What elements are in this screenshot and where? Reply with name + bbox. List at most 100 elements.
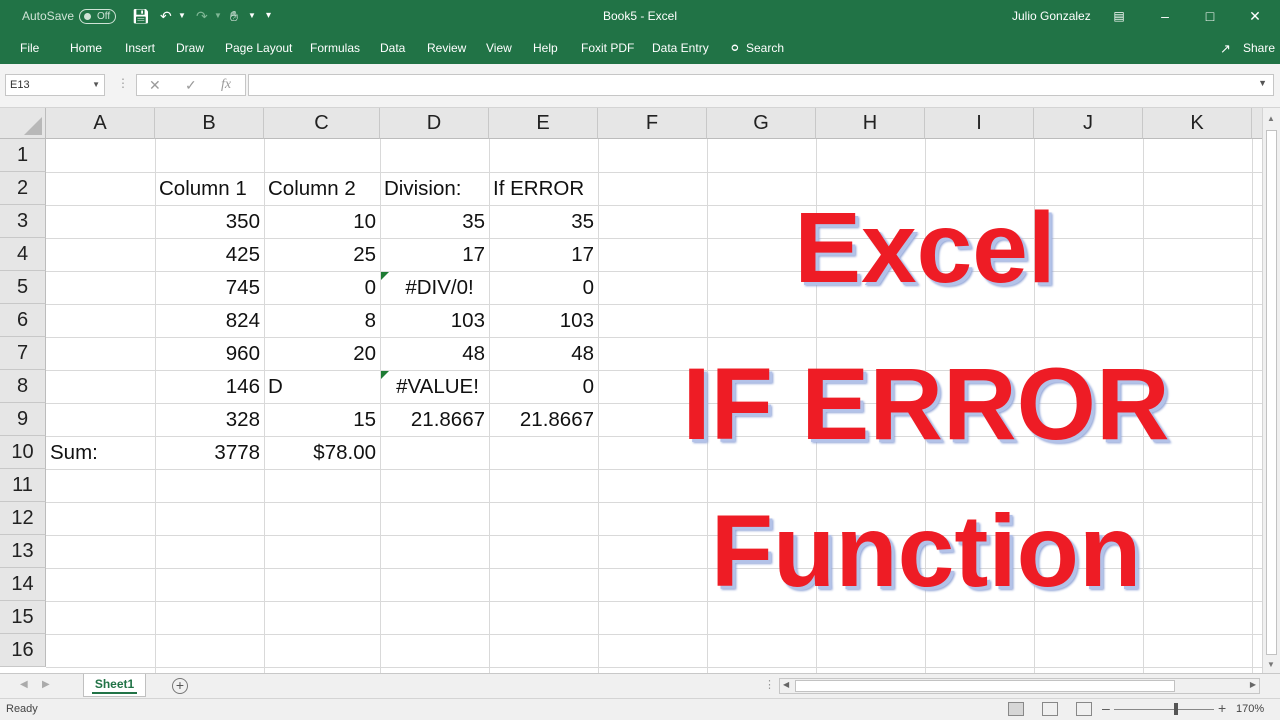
scroll-left-icon[interactable]: ◀ bbox=[783, 680, 789, 689]
share-icon[interactable]: ↗ bbox=[1220, 33, 1231, 64]
cell-e5[interactable]: 0 bbox=[489, 271, 598, 304]
vertical-scrollbar[interactable]: ▲ ▼ bbox=[1262, 108, 1280, 673]
row-header-10[interactable]: 10 bbox=[0, 436, 46, 469]
scroll-down-icon[interactable]: ▼ bbox=[1267, 660, 1275, 669]
cell-c4[interactable]: 25 bbox=[264, 238, 380, 271]
cell-d8[interactable]: #VALUE! bbox=[386, 370, 489, 403]
tab-page-layout[interactable]: Page Layout bbox=[225, 33, 292, 64]
cell-b5[interactable]: 745 bbox=[155, 271, 264, 304]
cell-c3[interactable]: 10 bbox=[264, 205, 380, 238]
column-header-f[interactable]: F bbox=[598, 108, 707, 139]
scroll-up-icon[interactable]: ▲ bbox=[1267, 114, 1275, 123]
row-header-16[interactable]: 16 bbox=[0, 634, 46, 667]
column-header-k[interactable]: K bbox=[1143, 108, 1252, 139]
previous-sheet-icon[interactable]: ◀ bbox=[20, 679, 28, 690]
zoom-in-icon[interactable]: + bbox=[1218, 700, 1226, 716]
tab-data[interactable]: Data bbox=[380, 33, 405, 64]
cell-e4[interactable]: 17 bbox=[489, 238, 598, 271]
cell-b4[interactable]: 425 bbox=[155, 238, 264, 271]
name-box-dropdown-icon[interactable]: ▼ bbox=[92, 75, 100, 95]
cell-b2[interactable]: Column 1 bbox=[155, 172, 264, 205]
cell-b8[interactable]: 146 bbox=[155, 370, 264, 403]
column-header-a[interactable]: A bbox=[46, 108, 155, 139]
cell-c10[interactable]: $78.00 bbox=[264, 436, 380, 469]
column-header-e[interactable]: E bbox=[489, 108, 598, 139]
zoom-level[interactable]: 170% bbox=[1236, 703, 1264, 715]
cell-b9[interactable]: 328 bbox=[155, 403, 264, 436]
sheet-tab-sheet1[interactable]: Sheet1 bbox=[83, 674, 146, 697]
cell-e3[interactable]: 35 bbox=[489, 205, 598, 238]
cell-d6[interactable]: 103 bbox=[380, 304, 489, 337]
insert-function-icon[interactable]: fx bbox=[221, 77, 231, 93]
row-header-4[interactable]: 4 bbox=[0, 238, 46, 271]
column-header-j[interactable]: J bbox=[1034, 108, 1143, 139]
page-layout-view-icon[interactable] bbox=[1042, 702, 1058, 716]
zoom-slider-thumb[interactable] bbox=[1174, 703, 1178, 715]
select-all-corner[interactable] bbox=[0, 108, 46, 139]
tab-split-handle-icon[interactable]: ⋮ bbox=[764, 678, 775, 691]
cell-b10[interactable]: 3778 bbox=[155, 436, 264, 469]
share-button[interactable]: Share bbox=[1243, 33, 1275, 64]
cell-d2[interactable]: Division: bbox=[380, 172, 489, 205]
cell-b7[interactable]: 960 bbox=[155, 337, 264, 370]
tab-formulas[interactable]: Formulas bbox=[310, 33, 360, 64]
minimize-icon[interactable]: – bbox=[1150, 0, 1180, 33]
user-name[interactable]: Julio Gonzalez bbox=[1012, 0, 1091, 33]
add-sheet-icon[interactable]: + bbox=[172, 678, 188, 694]
tab-home[interactable]: Home bbox=[70, 33, 102, 64]
tab-data-entry[interactable]: Data Entry bbox=[652, 33, 709, 64]
tab-draw[interactable]: Draw bbox=[176, 33, 204, 64]
row-header-9[interactable]: 9 bbox=[0, 403, 46, 436]
cell-e2[interactable]: If ERROR bbox=[489, 172, 598, 205]
row-header-12[interactable]: 12 bbox=[0, 502, 46, 535]
cell-d9[interactable]: 21.8667 bbox=[380, 403, 489, 436]
row-header-8[interactable]: 8 bbox=[0, 370, 46, 403]
horizontal-scroll-thumb[interactable] bbox=[795, 680, 1175, 692]
cell-c9[interactable]: 15 bbox=[264, 403, 380, 436]
expand-formula-icon[interactable]: ▼ bbox=[1258, 78, 1267, 88]
row-header-3[interactable]: 3 bbox=[0, 205, 46, 238]
tab-foxit-pdf[interactable]: Foxit PDF bbox=[581, 33, 634, 64]
tab-view[interactable]: View bbox=[486, 33, 512, 64]
row-header-7[interactable]: 7 bbox=[0, 337, 46, 370]
row-header-11[interactable]: 11 bbox=[0, 469, 46, 502]
column-header-h[interactable]: H bbox=[816, 108, 925, 139]
formula-bar-resize-icon[interactable]: ⋮ bbox=[117, 76, 129, 90]
tell-me-search[interactable]: Search bbox=[746, 33, 784, 64]
cell-e9[interactable]: 21.8667 bbox=[489, 403, 598, 436]
horizontal-scrollbar[interactable]: ◀ ▶ bbox=[779, 678, 1260, 694]
close-icon[interactable]: ✕ bbox=[1240, 0, 1270, 33]
tab-review[interactable]: Review bbox=[427, 33, 466, 64]
name-box[interactable]: E13 ▼ bbox=[5, 74, 105, 96]
worksheet-grid[interactable]: A B C D E F G H I J K 1 2 3 4 5 6 7 8 9 … bbox=[0, 108, 1262, 673]
cell-c8[interactable]: D bbox=[264, 370, 380, 403]
column-header-i[interactable]: I bbox=[925, 108, 1034, 139]
normal-view-icon[interactable] bbox=[1008, 702, 1024, 716]
formula-input[interactable]: ▼ bbox=[248, 74, 1274, 96]
maximize-icon[interactable]: □ bbox=[1195, 0, 1225, 33]
cell-d3[interactable]: 35 bbox=[380, 205, 489, 238]
row-header-6[interactable]: 6 bbox=[0, 304, 46, 337]
cell-d4[interactable]: 17 bbox=[380, 238, 489, 271]
cell-c5[interactable]: 0 bbox=[264, 271, 380, 304]
column-header-l[interactable] bbox=[1252, 108, 1262, 139]
column-header-b[interactable]: B bbox=[155, 108, 264, 139]
cell-d7[interactable]: 48 bbox=[380, 337, 489, 370]
row-header-5[interactable]: 5 bbox=[0, 271, 46, 304]
zoom-slider[interactable] bbox=[1114, 709, 1214, 710]
cell-c2[interactable]: Column 2 bbox=[264, 172, 380, 205]
tab-insert[interactable]: Insert bbox=[125, 33, 155, 64]
cell-c7[interactable]: 20 bbox=[264, 337, 380, 370]
enter-icon[interactable]: ✓ bbox=[185, 77, 197, 94]
row-header-13[interactable]: 13 bbox=[0, 535, 46, 568]
cancel-icon[interactable]: ✕ bbox=[149, 77, 161, 94]
column-header-g[interactable]: G bbox=[707, 108, 816, 139]
cell-b3[interactable]: 350 bbox=[155, 205, 264, 238]
cell-d5[interactable]: #DIV/0! bbox=[390, 271, 489, 304]
cell-e7[interactable]: 48 bbox=[489, 337, 598, 370]
vertical-scroll-thumb[interactable] bbox=[1266, 130, 1277, 655]
cell-a10[interactable]: Sum: bbox=[46, 436, 155, 469]
zoom-out-icon[interactable]: – bbox=[1102, 700, 1110, 716]
tab-help[interactable]: Help bbox=[533, 33, 558, 64]
cell-e6[interactable]: 103 bbox=[489, 304, 598, 337]
